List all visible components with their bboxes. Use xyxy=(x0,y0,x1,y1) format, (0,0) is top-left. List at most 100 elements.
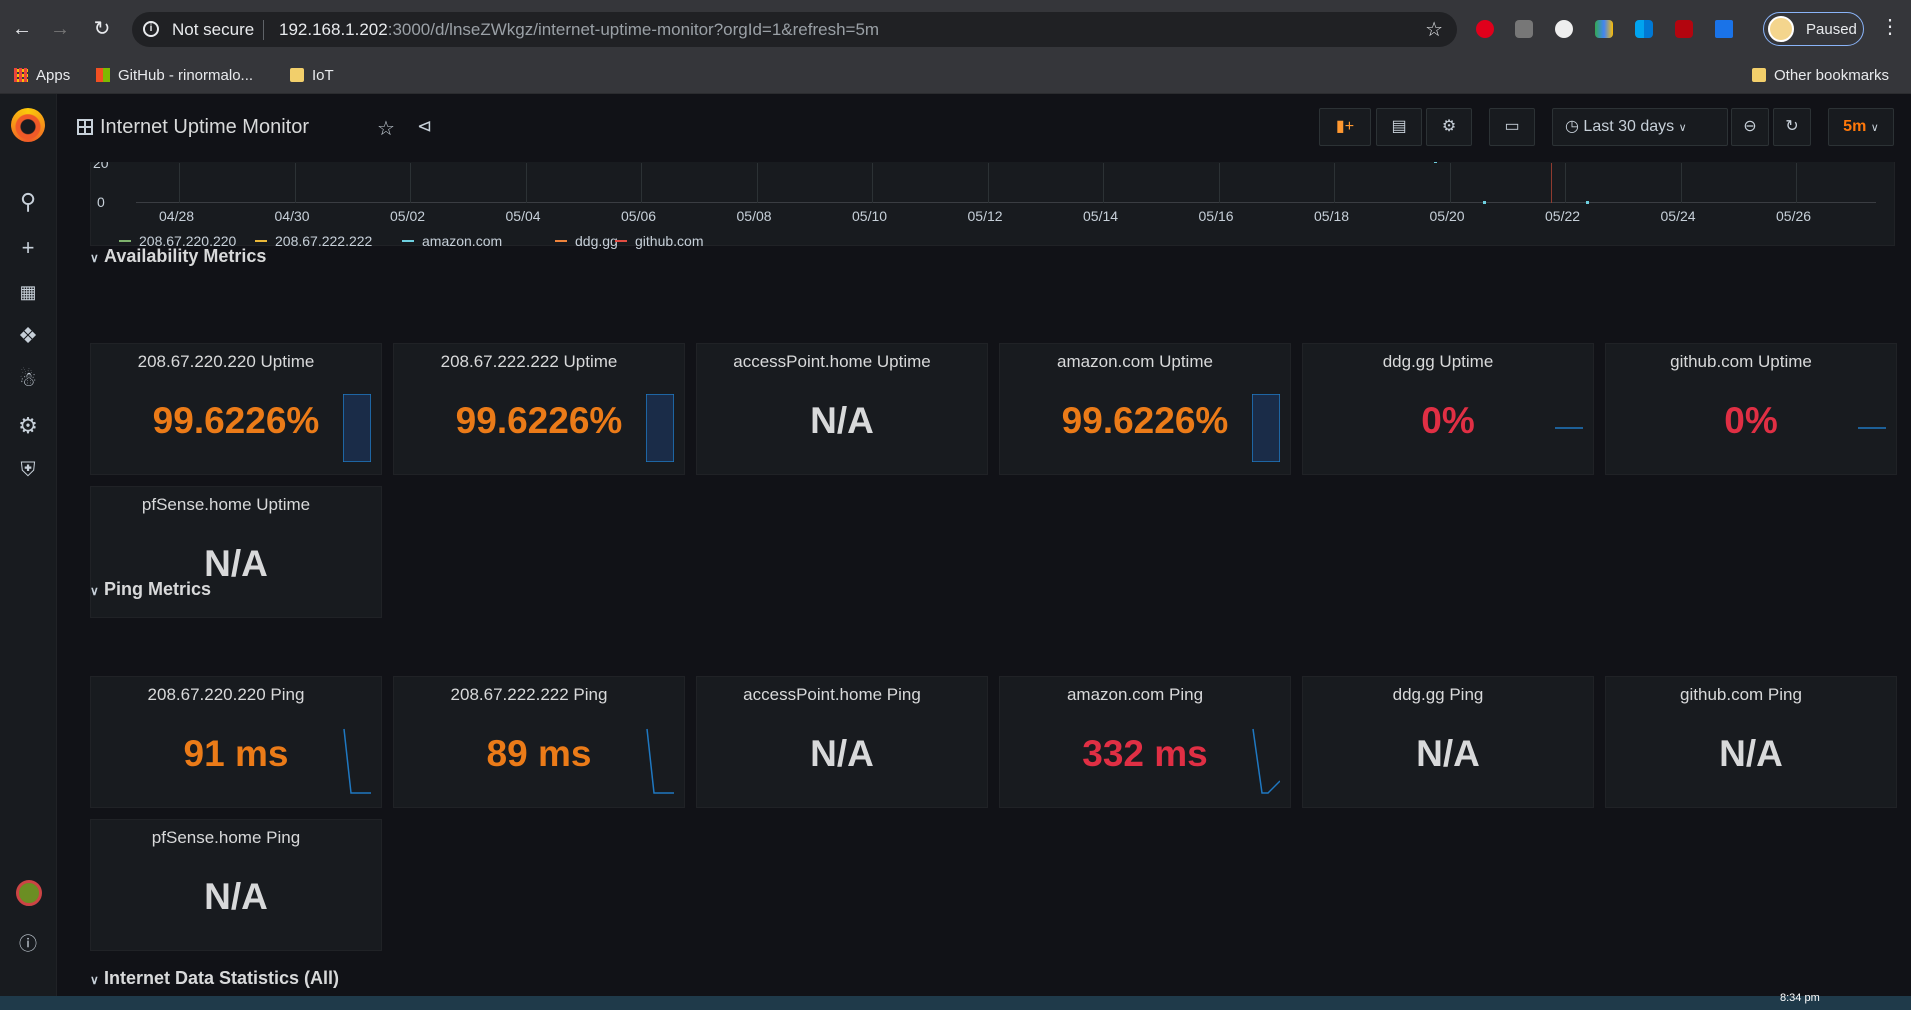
row-title: Internet Data Statistics (All) xyxy=(104,968,340,988)
bookmark-label: Apps xyxy=(36,67,71,84)
legend-item[interactable]: 208.67.222.222 xyxy=(255,233,372,249)
stat-value: N/A xyxy=(1719,733,1783,774)
plus-icon[interactable]: + xyxy=(14,234,42,262)
settings-gear-icon[interactable]: ⚙ xyxy=(1426,108,1472,146)
y-tick-label: 0 xyxy=(97,194,105,210)
row-internet-data-statistics[interactable]: ∨ Internet Data Statistics (All) xyxy=(90,968,339,989)
extension-icon[interactable] xyxy=(1476,20,1494,38)
add-panel-button[interactable]: ▮+ xyxy=(1319,108,1371,146)
extension-icon[interactable] xyxy=(1595,20,1613,38)
pdf-icon[interactable] xyxy=(1675,20,1693,38)
row-ping-metrics[interactable]: ∨ Ping Metrics xyxy=(90,579,211,600)
refresh-icon[interactable]: ↻ xyxy=(1773,108,1811,146)
stat-panel[interactable]: amazon.com Ping 332 ms xyxy=(999,676,1291,808)
menu-icon[interactable]: ⋮ xyxy=(1880,14,1900,44)
panel-title: pfSense.home Ping xyxy=(151,828,301,847)
stat-panel[interactable]: accessPoint.home Ping N/A xyxy=(696,676,988,808)
extension-icon[interactable] xyxy=(1515,20,1533,38)
stat-panel[interactable]: 208.67.220.220 Uptime 99.6226% xyxy=(90,343,382,475)
stat-value: 99.6226% xyxy=(455,400,623,441)
bookmark-github[interactable]: GitHub - rinormalo... xyxy=(96,67,253,84)
grid-line xyxy=(179,163,180,203)
bookmark-other[interactable]: Other bookmarks xyxy=(1752,67,1889,84)
row-availability-metrics[interactable]: ∨ Availability Metrics xyxy=(90,246,266,267)
panel-title: amazon.com Uptime xyxy=(1057,352,1213,371)
stat-panel[interactable]: ddg.gg Uptime 0% xyxy=(1302,343,1594,475)
forward-arrow-icon[interactable]: → xyxy=(46,15,74,43)
stat-panel[interactable]: 208.67.222.222 Ping 89 ms xyxy=(393,676,685,808)
profile-button[interactable]: Paused xyxy=(1763,12,1864,46)
profile-label: Paused xyxy=(1806,21,1857,38)
address-bar[interactable]: i Not secure 192.168.1.202:3000/d/lnseZW… xyxy=(132,12,1457,47)
extension-icon[interactable] xyxy=(1715,20,1733,38)
legend-item[interactable]: github.com xyxy=(615,233,703,249)
extension-icon[interactable] xyxy=(1555,20,1573,38)
stat-panel[interactable]: github.com Uptime 0% xyxy=(1605,343,1897,475)
stat-panel[interactable]: 208.67.222.222 Uptime 99.6226% xyxy=(393,343,685,475)
dashboard-content: 20 0 04/28 04/30 05/02 05/04 05/06 05/08 05/10… xyxy=(57,162,1911,996)
share-icon[interactable]: ⊲ xyxy=(417,116,432,137)
grid-line xyxy=(641,163,642,203)
security-label: Not secure xyxy=(172,20,255,39)
sparkline-line xyxy=(343,728,371,794)
chevron-down-icon: ∨ xyxy=(1870,122,1879,134)
info-icon[interactable]: i xyxy=(143,21,159,37)
x-tick-label: 05/06 xyxy=(621,208,657,224)
bookmark-label: IoT xyxy=(312,67,334,84)
graph-panel[interactable]: 20 0 04/28 04/30 05/02 05/04 05/06 05/08 05/10… xyxy=(90,162,1895,249)
save-icon[interactable]: ▤ xyxy=(1376,108,1422,146)
grid-line xyxy=(872,163,873,203)
stat-value: N/A xyxy=(810,733,874,774)
dashboards-icon[interactable]: ▦ xyxy=(14,278,42,306)
url-text[interactable]: 192.168.1.202:3000/d/lnseZWkgz/internet-… xyxy=(279,20,879,40)
back-arrow-icon[interactable]: ← xyxy=(8,15,36,43)
panel-title: 208.67.222.222 Uptime xyxy=(440,352,618,371)
grid-line xyxy=(756,163,758,203)
reload-icon[interactable]: ↻ xyxy=(88,15,116,43)
x-tick-label: 04/30 xyxy=(274,208,310,224)
x-tick-label: 05/10 xyxy=(852,208,888,224)
gear-icon[interactable]: ⚙ xyxy=(14,412,42,440)
legend-item[interactable]: ddg.gg xyxy=(555,233,618,249)
tv-mode-icon[interactable]: ▭ xyxy=(1489,108,1535,146)
windows-icon[interactable] xyxy=(1635,20,1653,38)
stat-panel[interactable]: accessPoint.home Uptime N/A xyxy=(696,343,988,475)
stat-value: 332 ms xyxy=(1082,733,1208,774)
bell-icon[interactable]: ☃ xyxy=(14,366,42,394)
bookmark-star-icon[interactable]: ☆ xyxy=(1425,17,1443,42)
stat-panel[interactable]: 208.67.220.220 Ping 91 ms xyxy=(90,676,382,808)
stat-panel[interactable]: github.com Ping N/A xyxy=(1605,676,1897,808)
data-point xyxy=(1586,201,1589,204)
stat-panel[interactable]: amazon.com Uptime 99.6226% xyxy=(999,343,1291,475)
dashboard-grid-icon xyxy=(77,119,93,135)
help-icon[interactable]: ⓘ xyxy=(14,930,42,958)
stat-value: 89 ms xyxy=(486,733,592,774)
refresh-interval-picker[interactable]: 5m ∨ xyxy=(1828,108,1894,146)
sparkline xyxy=(343,394,371,462)
url-host: 192.168.1.202 xyxy=(279,20,388,39)
stat-panel[interactable]: ddg.gg Ping N/A xyxy=(1302,676,1594,808)
chevron-down-icon: ∨ xyxy=(1678,122,1687,134)
user-avatar[interactable] xyxy=(16,880,42,906)
data-point xyxy=(1434,162,1437,163)
stat-value: 0% xyxy=(1724,400,1778,441)
shield-icon[interactable]: ⛨ xyxy=(14,456,42,484)
star-icon[interactable]: ☆ xyxy=(377,116,395,141)
legend-label: github.com xyxy=(635,233,704,249)
time-picker-button[interactable]: ◷ Last 30 days ∨ xyxy=(1552,108,1728,146)
explore-compass-icon[interactable]: ❖ xyxy=(14,322,42,350)
legend-item[interactable]: amazon.com xyxy=(402,233,502,249)
bookmarks-bar: Apps GitHub - rinormalo... IoT Other boo… xyxy=(0,58,1911,94)
search-icon[interactable]: ⚲ xyxy=(14,188,42,216)
dashboard-title[interactable]: Internet Uptime Monitor xyxy=(100,116,309,139)
sparkline-line xyxy=(646,728,674,794)
bookmark-apps[interactable]: Apps xyxy=(14,67,70,84)
grafana-logo-icon[interactable] xyxy=(11,108,45,142)
sparkline xyxy=(1252,728,1280,794)
zoom-out-icon[interactable]: ⊖ xyxy=(1731,108,1769,146)
stat-panel[interactable]: pfSense.home Ping N/A xyxy=(90,819,382,951)
url-path: :3000/d/lnseZWkgz/internet-uptime-monito… xyxy=(387,20,880,39)
panel-title: 208.67.220.220 Uptime xyxy=(137,352,315,371)
bookmark-iot[interactable]: IoT xyxy=(290,67,334,84)
folder-icon xyxy=(1752,68,1766,82)
